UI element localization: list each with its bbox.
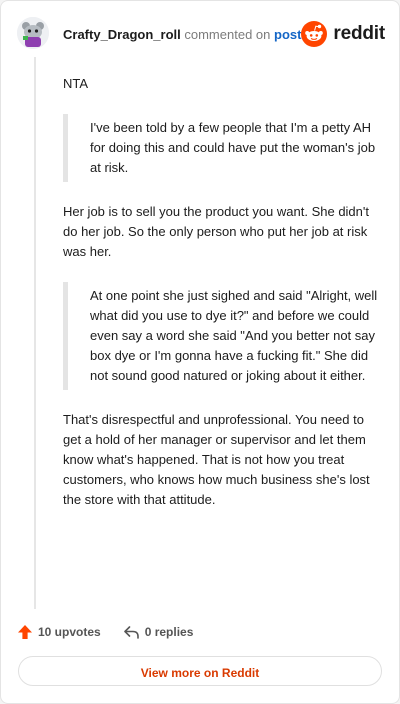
reddit-logo[interactable]: reddit	[301, 21, 385, 47]
comment-footer: 10 upvotes 0 replies	[17, 621, 215, 643]
comment-body: NTA I've been told by a few people that …	[63, 74, 379, 530]
avatar[interactable]	[17, 17, 49, 49]
quote-text: At one point she just sighed and said "A…	[90, 288, 378, 383]
upvotes-count: 10 upvotes	[38, 625, 101, 639]
action-text: commented on	[184, 27, 271, 42]
quote-block: At one point she just sighed and said "A…	[63, 282, 379, 390]
username-link[interactable]: Crafty_Dragon_roll	[63, 27, 181, 42]
avatar-creature-icon	[17, 17, 49, 49]
quote-text: I've been told by a few people that I'm …	[90, 120, 376, 175]
reply-arrow-icon	[123, 626, 139, 639]
replies-count: 0 replies	[144, 625, 194, 639]
comment-opening: NTA	[63, 76, 89, 91]
view-more-button[interactable]: View more on Reddit	[18, 656, 382, 686]
comment-header: Crafty_Dragon_roll commented on post red…	[17, 17, 385, 51]
post-link[interactable]: post	[274, 27, 301, 42]
comment-paragraph: Her job is to sell you the product you w…	[63, 204, 369, 259]
up-arrow-icon	[18, 625, 32, 639]
reddit-alien-icon	[301, 21, 328, 47]
brand-wordmark: reddit	[333, 23, 385, 44]
embedded-comment-card: Crafty_Dragon_roll commented on post red…	[0, 0, 400, 704]
quote-block: I've been told by a few people that I'm …	[63, 114, 379, 182]
thread-line	[34, 57, 36, 609]
comment-meta: Crafty_Dragon_roll commented on post	[63, 27, 301, 43]
comment-paragraph: That's disrespectful and unprofessional.…	[63, 412, 370, 507]
replies-stat[interactable]: 0 replies	[123, 624, 194, 640]
upvotes-stat[interactable]: 10 upvotes	[17, 624, 101, 640]
